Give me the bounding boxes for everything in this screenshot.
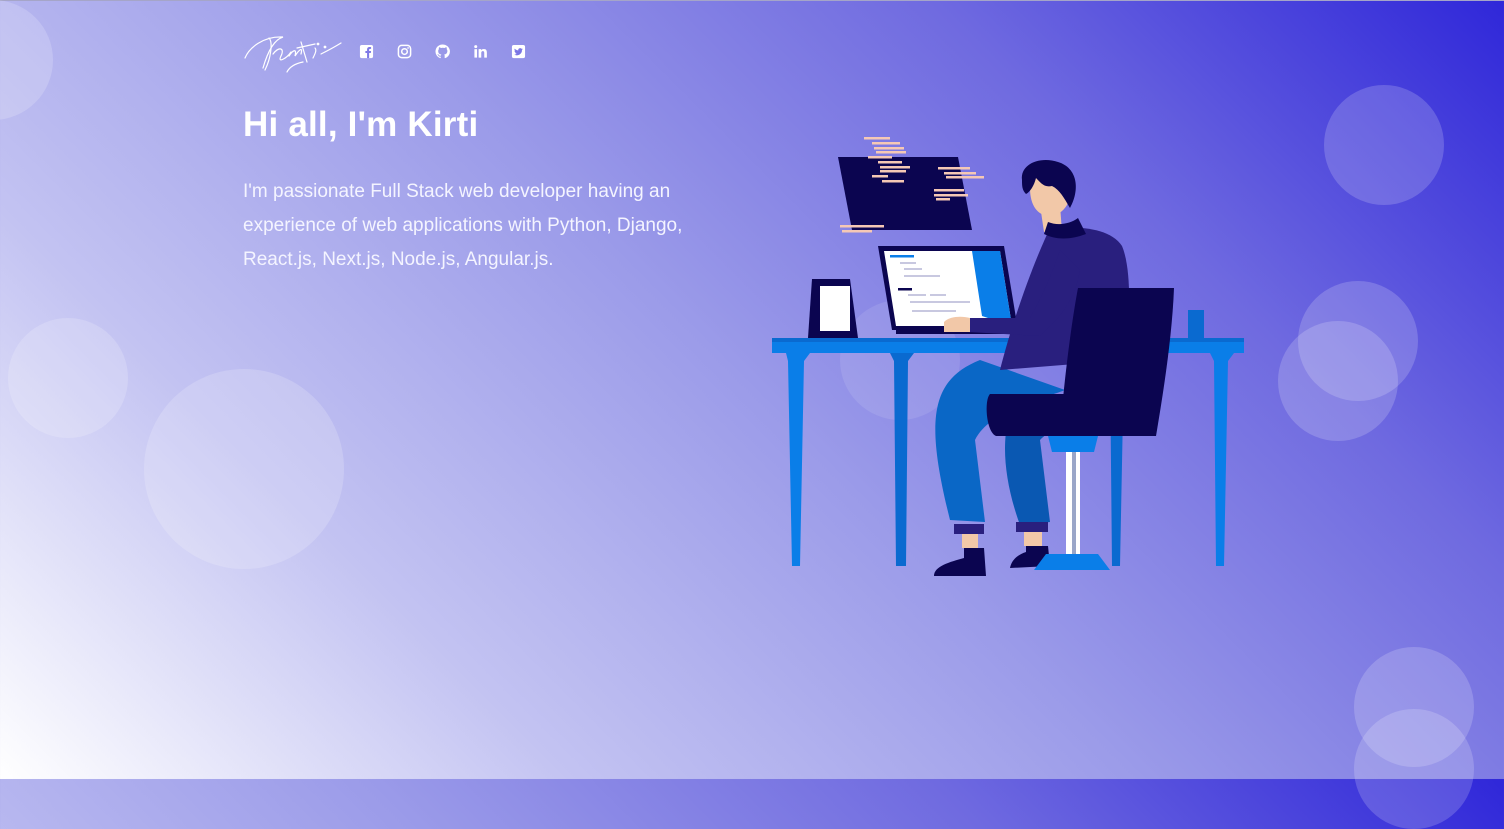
hero-title: Hi all, I'm Kirti — [243, 105, 479, 144]
background-bubble — [1278, 321, 1398, 441]
top-border-line — [0, 0, 1504, 1]
linkedin-link[interactable] — [461, 39, 499, 63]
background-bubble — [8, 318, 128, 438]
background-bubble — [1324, 85, 1444, 205]
kirti-signature-logo[interactable] — [243, 28, 343, 74]
photo-frame-graphic — [808, 279, 858, 338]
hero-section: Hi all, I'm Kirti I'm passionate Full St… — [243, 28, 723, 277]
code-window-graphic — [838, 137, 984, 233]
facebook-link[interactable] — [347, 39, 385, 63]
social-links — [347, 39, 537, 63]
github-link[interactable] — [423, 39, 461, 63]
hero-description: I'm passionate Full Stack web developer … — [243, 181, 683, 270]
linkedin-icon — [473, 44, 487, 58]
github-icon — [434, 43, 450, 58]
background-bubble — [144, 369, 344, 569]
header-nav — [243, 28, 723, 74]
facebook-icon — [359, 44, 373, 58]
instagram-link[interactable] — [385, 39, 423, 63]
cup-graphic — [1188, 310, 1204, 338]
twitter-icon — [511, 44, 525, 58]
background-bubble — [0, 0, 53, 120]
twitter-link[interactable] — [499, 39, 537, 63]
background-bubble — [1354, 709, 1474, 829]
instagram-icon — [397, 44, 411, 58]
developer-illustration — [772, 137, 1244, 576]
